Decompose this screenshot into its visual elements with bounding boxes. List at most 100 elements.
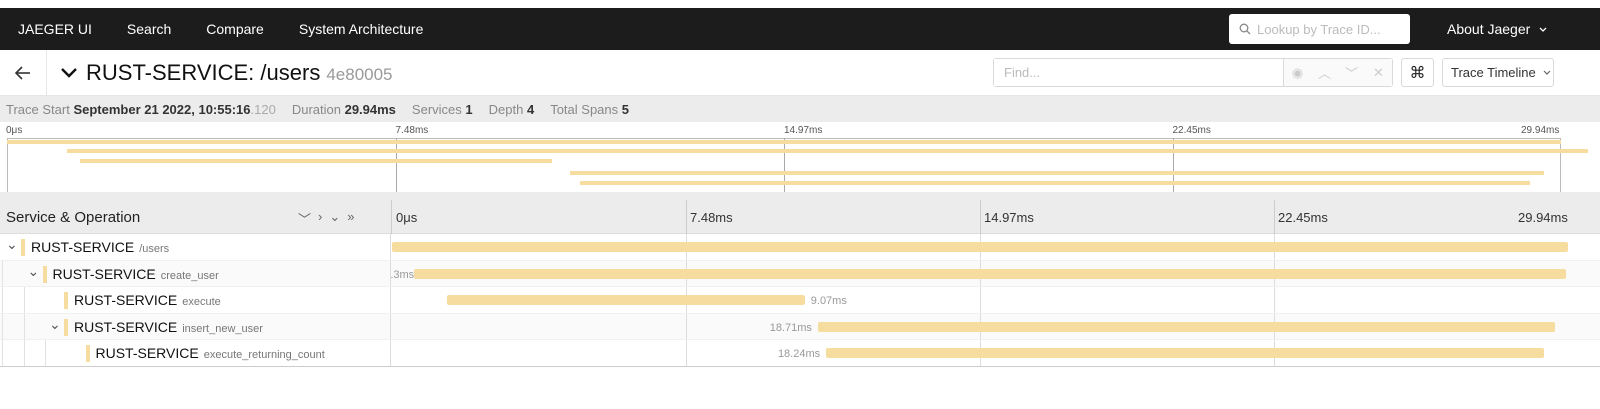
trace-minimap[interactable]: 0μs 7.48ms 14.97ms 22.45ms 29.94ms bbox=[0, 122, 1600, 200]
minimap-span-bar bbox=[66, 149, 1588, 153]
span-bar[interactable] bbox=[817, 321, 1556, 332]
prev-result-icon[interactable]: ︿ bbox=[1311, 63, 1338, 82]
nav-system-architecture[interactable]: System Architecture bbox=[299, 21, 424, 37]
span-row[interactable]: ⌄ RUST-SERVICE create_user .3ms bbox=[0, 260, 1600, 287]
search-icon bbox=[1239, 23, 1251, 35]
span-service-name[interactable]: RUST-SERVICE insert_new_user bbox=[74, 319, 263, 335]
service-label: RUST-SERVICE bbox=[74, 292, 178, 308]
span-name-cell[interactable]: RUST-SERVICE execute_returning_count bbox=[0, 340, 391, 366]
nav-compare[interactable]: Compare bbox=[206, 21, 264, 37]
span-duration-label: 18.24ms bbox=[777, 348, 821, 360]
chevron-down-icon bbox=[1539, 27, 1547, 32]
trace-id: 4e80005 bbox=[326, 65, 393, 84]
collapse-all-icon[interactable]: » bbox=[347, 209, 354, 228]
about-jaeger-menu[interactable]: About Jaeger bbox=[1447, 21, 1548, 37]
span-bar[interactable] bbox=[447, 295, 805, 305]
collapse-chevron-icon[interactable]: ⌄ bbox=[28, 263, 40, 280]
span-bar[interactable] bbox=[392, 242, 1568, 252]
brand-logo[interactable]: JAEGER UI bbox=[18, 21, 92, 37]
trace-lookup-input[interactable]: Lookup by Trace ID... bbox=[1229, 14, 1410, 44]
span-row[interactable]: ⌄ RUST-SERVICE/users bbox=[0, 234, 1600, 261]
clear-icon[interactable]: ✕ bbox=[1365, 65, 1392, 81]
timeline-tick-label: 22.45ms bbox=[1278, 210, 1328, 225]
timeline-gridline bbox=[686, 340, 687, 366]
tree-guide bbox=[2, 340, 3, 366]
trace-service-name: RUST-SERVICE: /users bbox=[86, 60, 321, 85]
timeline-header: Service & Operation ﹀ › ⌄ » 0μs 7.48ms 14.… bbox=[0, 200, 1600, 234]
expand-all-icon[interactable]: ⌄ bbox=[329, 209, 340, 228]
minimap-span-bar bbox=[569, 171, 1544, 175]
tree-guide bbox=[2, 313, 3, 339]
span-row[interactable]: ⌄ RUST-SERVICE insert_new_user 18.71ms bbox=[0, 313, 1600, 340]
top-strip bbox=[0, 0, 1600, 8]
column-resizer[interactable] bbox=[391, 200, 392, 234]
nav-search[interactable]: Search bbox=[127, 21, 171, 37]
about-label: About Jaeger bbox=[1447, 21, 1531, 37]
duration: Duration 29.94ms bbox=[291, 101, 396, 117]
locate-icon[interactable]: ◉ bbox=[1284, 65, 1311, 81]
service-color-bar bbox=[85, 345, 90, 362]
timeline-gridline bbox=[980, 287, 981, 313]
trace-meta-bar: Trace Start September 21 2022, 10:55:16.… bbox=[0, 96, 1600, 122]
span-name-cell[interactable]: ⌄ RUST-SERVICE create_user bbox=[0, 260, 391, 286]
collapse-chevron-icon[interactable]: ⌄ bbox=[49, 316, 61, 333]
trace-title[interactable]: RUST-SERVICE: /users 4e80005 bbox=[60, 60, 393, 86]
service-label: RUST-SERVICE bbox=[31, 239, 135, 255]
service-label: RUST-SERVICE bbox=[95, 345, 199, 361]
minimap-tick-label: 14.97ms bbox=[784, 125, 823, 136]
span-name-cell[interactable]: ⌄ RUST-SERVICE insert_new_user bbox=[0, 313, 391, 339]
keyboard-shortcuts-button[interactable]: ⌘ bbox=[1401, 58, 1434, 87]
collapse-one-icon[interactable]: ﹀ bbox=[298, 209, 311, 228]
span-service-name[interactable]: RUST-SERVICE/users bbox=[31, 239, 169, 255]
separator bbox=[0, 192, 1600, 200]
back-button[interactable] bbox=[0, 50, 47, 96]
service-label: RUST-SERVICE bbox=[52, 265, 156, 282]
services-count: Services 1 bbox=[411, 101, 473, 117]
span-row[interactable]: RUST-SERVICE execute 9.07ms bbox=[0, 287, 1600, 314]
arrow-left-icon bbox=[15, 66, 30, 80]
bottom-border bbox=[0, 366, 1600, 367]
service-color-bar bbox=[64, 292, 68, 309]
timeline-tick-label: 29.94ms bbox=[1518, 210, 1568, 225]
span-duration-label: 18.71ms bbox=[769, 321, 812, 334]
timeline-tick-label: 0μs bbox=[396, 210, 418, 225]
total-spans: Total Spans 5 bbox=[550, 101, 629, 117]
span-rows: ⌄ RUST-SERVICE/users ⌄ RUST-SERVICE create_u… bbox=[0, 234, 1600, 367]
service-operation-title: Service & Operation bbox=[6, 209, 141, 226]
service-color-bar bbox=[64, 318, 68, 336]
span-service-name[interactable]: RUST-SERVICE create_user bbox=[53, 266, 219, 282]
span-name-cell[interactable]: ⌄ RUST-SERVICE/users bbox=[0, 234, 391, 260]
collapse-chevron-icon[interactable]: ⌄ bbox=[6, 236, 18, 253]
service-label: RUST-SERVICE bbox=[74, 318, 178, 335]
timeline-gridline bbox=[1274, 200, 1275, 234]
span-row[interactable]: RUST-SERVICE execute_returning_count 18.24… bbox=[0, 340, 1600, 367]
minimap-span-bar bbox=[580, 181, 1530, 185]
view-mode-select[interactable]: Trace Timeline bbox=[1442, 58, 1554, 87]
span-bar[interactable] bbox=[825, 348, 1545, 358]
operation-label: execute bbox=[182, 296, 221, 308]
timeline-gridline bbox=[1274, 287, 1275, 313]
timeline-gridline bbox=[686, 200, 687, 234]
operation-label: execute_returning_count bbox=[203, 349, 325, 361]
chevron-down-icon bbox=[1543, 70, 1551, 75]
lookup-placeholder: Lookup by Trace ID... bbox=[1257, 21, 1381, 37]
tree-guide bbox=[2, 260, 3, 286]
expand-one-icon[interactable]: › bbox=[318, 209, 322, 228]
span-bar[interactable] bbox=[414, 268, 1566, 279]
tree-guide bbox=[23, 340, 25, 366]
span-service-name[interactable]: RUST-SERVICE execute bbox=[74, 292, 221, 308]
minimap-tick-label: 0μs bbox=[6, 125, 23, 136]
timeline-tick-label: 7.48ms bbox=[690, 210, 733, 225]
tree-guide bbox=[2, 287, 3, 313]
span-duration-label: 9.07ms bbox=[810, 295, 847, 307]
next-result-icon[interactable]: ﹀ bbox=[1338, 63, 1365, 82]
tree-guide bbox=[45, 340, 46, 366]
span-duration-label: .3ms bbox=[390, 268, 415, 281]
span-service-name[interactable]: RUST-SERVICE execute_returning_count bbox=[96, 345, 325, 361]
service-color-bar bbox=[42, 265, 47, 283]
tree-guide bbox=[23, 287, 25, 313]
find-box: ◉ ︿ ﹀ ✕ bbox=[993, 58, 1393, 87]
find-input[interactable] bbox=[994, 59, 1284, 86]
span-name-cell[interactable]: RUST-SERVICE execute bbox=[0, 287, 391, 313]
collapse-chevron-icon[interactable] bbox=[60, 60, 78, 86]
